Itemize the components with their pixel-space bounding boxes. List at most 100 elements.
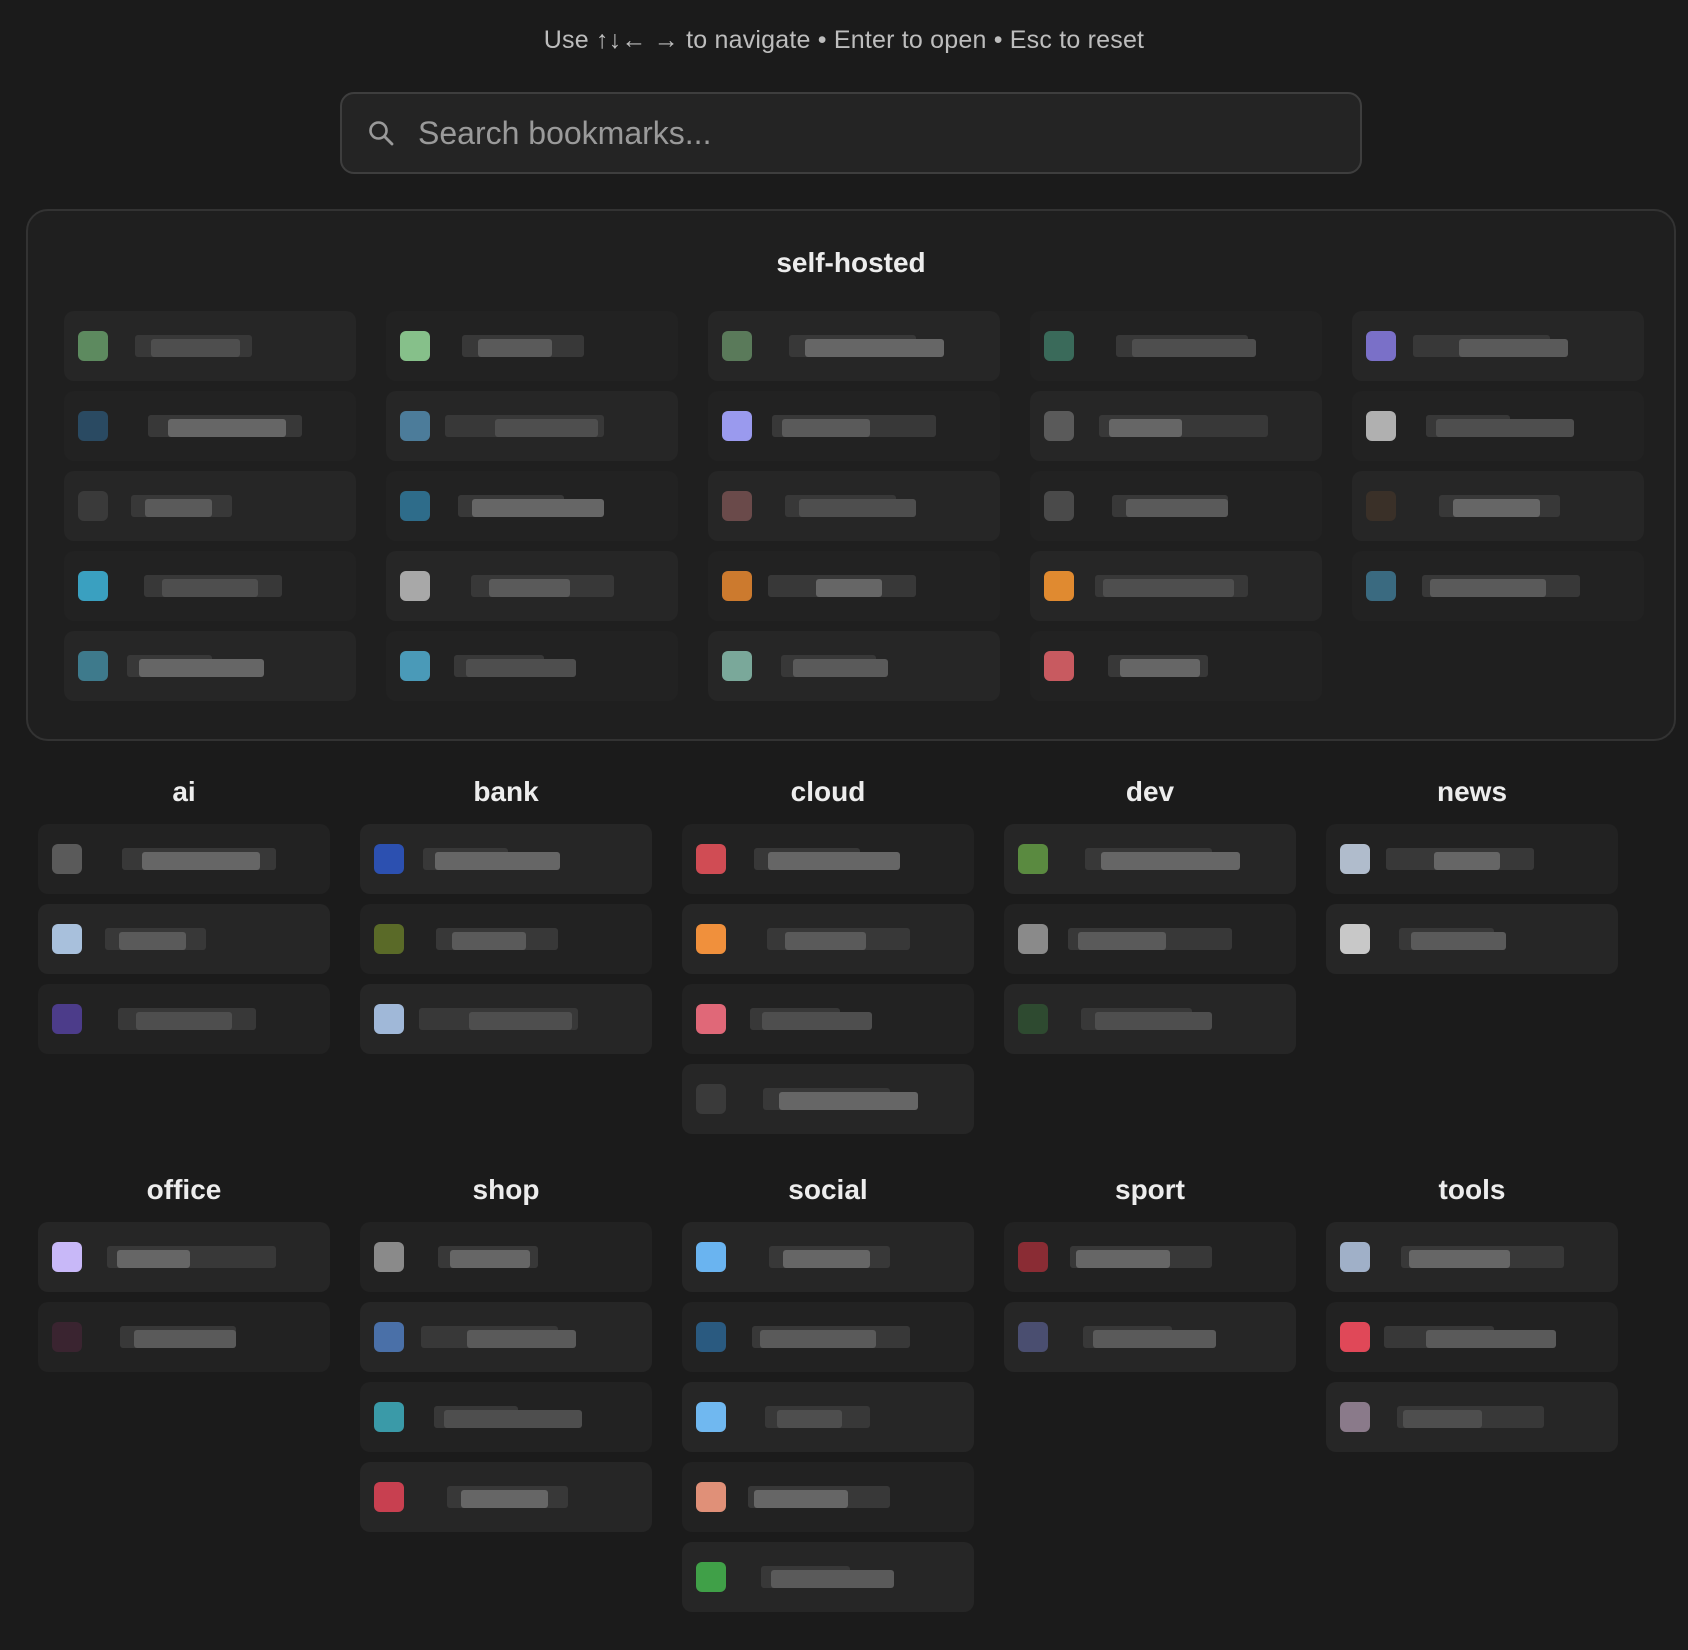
bookmark-item[interactable] <box>1326 1382 1618 1452</box>
bookmark-item[interactable] <box>1326 1302 1618 1372</box>
search-input[interactable] <box>416 113 1300 153</box>
bookmark-item[interactable] <box>1326 1222 1618 1292</box>
bookmark-item[interactable] <box>38 824 330 894</box>
bookmark-text-blurred <box>151 339 240 357</box>
favicon-icon <box>400 411 430 441</box>
bookmark-item[interactable] <box>1352 471 1644 541</box>
bookmark-item[interactable] <box>386 471 678 541</box>
bookmark-item[interactable] <box>682 1302 974 1372</box>
favicon-icon <box>1366 571 1396 601</box>
bookmark-item[interactable] <box>360 824 652 894</box>
bookmark-item[interactable] <box>1004 1222 1296 1292</box>
featured-column <box>1030 311 1322 711</box>
bookmark-text-blurred <box>145 499 212 517</box>
bookmark-item[interactable] <box>1030 391 1322 461</box>
bookmark-item[interactable] <box>38 984 330 1054</box>
favicon-icon <box>78 331 108 361</box>
favicon-icon <box>374 844 404 874</box>
bookmark-item[interactable] <box>38 1222 330 1292</box>
bookmark-item[interactable] <box>360 1462 652 1532</box>
bookmark-text-blurred <box>762 1012 872 1030</box>
bookmark-item[interactable] <box>38 904 330 974</box>
bookmark-text-blurred <box>168 419 286 437</box>
favicon-icon <box>1044 331 1074 361</box>
bookmark-text-blurred <box>142 852 260 870</box>
bookmark-item[interactable] <box>1326 824 1618 894</box>
featured-column <box>1352 311 1644 631</box>
bookmark-item[interactable] <box>682 904 974 974</box>
bookmark-item[interactable] <box>64 551 356 621</box>
favicon-icon <box>696 924 726 954</box>
bookmark-item[interactable] <box>386 391 678 461</box>
bookmark-item[interactable] <box>682 1542 974 1612</box>
search-box[interactable] <box>340 92 1362 174</box>
favicon-icon <box>374 924 404 954</box>
bookmark-text-blurred <box>1411 932 1506 950</box>
bookmark-item[interactable] <box>1030 551 1322 621</box>
favicon-icon <box>52 844 82 874</box>
bookmark-item[interactable] <box>682 1222 974 1292</box>
bookmark-item[interactable] <box>1030 311 1322 381</box>
bookmark-item[interactable] <box>360 1382 652 1452</box>
bookmark-text-blurred <box>119 932 186 950</box>
bookmark-item[interactable] <box>38 1302 330 1372</box>
bookmark-item[interactable] <box>682 824 974 894</box>
bookmark-item[interactable] <box>1030 471 1322 541</box>
bookmark-item[interactable] <box>1352 311 1644 381</box>
bookmark-text-blurred <box>1453 499 1540 517</box>
bookmark-text-blurred <box>452 932 526 950</box>
favicon-icon <box>374 1322 404 1352</box>
favicon-icon <box>52 1004 82 1034</box>
bookmark-item[interactable] <box>64 471 356 541</box>
bookmark-item[interactable] <box>1352 551 1644 621</box>
favicon-icon <box>722 411 752 441</box>
bookmark-item[interactable] <box>1326 904 1618 974</box>
bookmark-item[interactable] <box>64 391 356 461</box>
featured-column <box>64 311 356 711</box>
group-title-news: news <box>1436 776 1508 807</box>
favicon-icon <box>1044 571 1074 601</box>
bookmark-text-blurred <box>489 579 570 597</box>
bookmark-item[interactable] <box>1004 904 1296 974</box>
favicon-icon <box>696 1004 726 1034</box>
bookmark-item[interactable] <box>1352 391 1644 461</box>
bookmark-item[interactable] <box>1004 984 1296 1054</box>
group-column-dev <box>1004 824 1296 1064</box>
bookmark-item[interactable] <box>1004 824 1296 894</box>
bookmark-item[interactable] <box>386 551 678 621</box>
bookmark-item[interactable] <box>682 1064 974 1134</box>
bookmark-item[interactable] <box>682 984 974 1054</box>
bookmark-item[interactable] <box>360 984 652 1054</box>
bookmark-item[interactable] <box>1004 1302 1296 1372</box>
bookmark-text-blurred <box>782 419 870 437</box>
bookmark-item[interactable] <box>360 1302 652 1372</box>
bookmark-item[interactable] <box>64 631 356 701</box>
bookmark-item[interactable] <box>64 311 356 381</box>
favicon-icon <box>1340 1242 1370 1272</box>
group-title-sport: sport <box>1115 1174 1185 1205</box>
group-title-dev: dev <box>1125 776 1175 807</box>
bookmark-item[interactable] <box>360 904 652 974</box>
bookmark-item[interactable] <box>708 391 1000 461</box>
bookmark-text-blurred <box>139 659 264 677</box>
bookmark-item[interactable] <box>708 311 1000 381</box>
bookmark-text-blurred <box>1430 579 1546 597</box>
group-title-self-hosted: self-hosted <box>776 247 926 278</box>
favicon-icon <box>1340 1402 1370 1432</box>
bookmark-item[interactable] <box>708 551 1000 621</box>
favicon-icon <box>1018 844 1048 874</box>
bookmark-item[interactable] <box>386 631 678 701</box>
bookmark-item[interactable] <box>1030 631 1322 701</box>
bookmark-item[interactable] <box>386 311 678 381</box>
favicon-icon <box>1018 1242 1048 1272</box>
favicon-icon <box>52 1242 82 1272</box>
bookmark-item[interactable] <box>360 1222 652 1292</box>
bookmark-item[interactable] <box>708 631 1000 701</box>
bookmark-item[interactable] <box>708 471 1000 541</box>
bookmark-item[interactable] <box>682 1382 974 1452</box>
favicon-icon <box>696 1242 726 1272</box>
bookmark-text-blurred <box>469 1012 572 1030</box>
bookmark-text-blurred <box>478 339 552 357</box>
bookmark-item[interactable] <box>682 1462 974 1532</box>
bookmark-text-blurred <box>1434 852 1500 870</box>
